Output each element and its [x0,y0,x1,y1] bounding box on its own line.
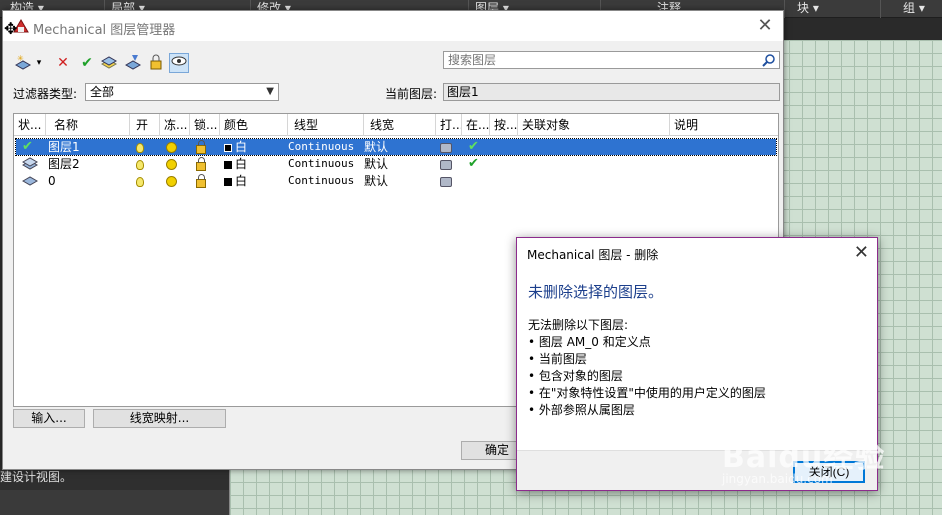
current-layer-value: 图层1 [443,83,780,101]
close-icon[interactable]: ✕ [755,16,775,36]
window-title: Mechanical 图层管理器 [33,23,176,38]
dialog-sub-text: 无法删除以下图层: [528,318,629,332]
lock-icon[interactable] [196,139,206,155]
close-icon[interactable]: ✕ [854,243,869,263]
filter-type-select[interactable]: 全部 ▼ [85,83,279,101]
printer-icon[interactable] [440,156,452,172]
lock-layers-icon[interactable] [147,53,167,73]
list-item: • 当前图层 [528,352,587,366]
svg-text:✳: ✳ [17,54,24,63]
freeze-sun-icon[interactable] [166,139,177,155]
visibility-eye-icon[interactable] [169,53,189,73]
col-by[interactable]: 按... [490,114,518,136]
chevron-down-icon[interactable]: ▾ [33,53,45,73]
layer-linetype[interactable]: Continuous [288,139,354,155]
current-layer-label: 当前图层: [385,87,438,101]
layer-row[interactable]: ✔ 图层1 白 Continuous 默认 ✔ [15,138,777,156]
delete-layer-icon[interactable]: ✕ [53,53,73,73]
new-layer-icon[interactable]: ✳ [13,53,33,73]
lock-icon[interactable] [196,173,206,189]
viewport-header [784,18,942,40]
col-linetype[interactable]: 线型 [288,114,364,136]
layer-filter-icon[interactable] [123,53,143,73]
printer-icon[interactable] [440,173,452,189]
layer-color-label: 白 [235,174,248,188]
layer-color-label: 白 [235,140,248,154]
layer-list-header: 状... 名称 开 冻... 锁... 颜色 线型 线宽 打... 在... 按… [14,114,778,136]
col-freeze[interactable]: 冻... [160,114,190,136]
layer-lineweight[interactable]: 默认 [364,156,388,172]
list-item: • 图层 AM_0 和定义点 [528,335,651,349]
dialog-title: Mechanical 图层 - 删除 [527,248,659,262]
move-cursor-icon: ✥ [4,19,18,38]
filter-type-value: 全部 [90,85,115,99]
dialog-main-instruction: 未删除选择的图层。 [528,283,664,301]
layer-color[interactable]: 白 [224,156,247,172]
layer-color-label: 白 [235,157,248,171]
search-icon[interactable] [762,53,776,67]
freeze-sun-icon[interactable] [166,156,177,172]
col-on[interactable]: 开 [130,114,160,136]
layer-lineweight[interactable]: 默认 [364,173,388,189]
list-item: • 外部参照从属图层 [528,403,635,417]
freeze-sun-icon[interactable] [166,173,177,189]
list-item: • 包含对象的图层 [528,369,623,383]
left-panel-footer [0,490,229,515]
reason-list: • 图层 AM_0 和定义点 • 当前图层 • 包含对象的图层 • 在"对象特性… [528,334,766,419]
chevron-down-icon: ▼ [266,86,274,97]
search-box [443,51,780,69]
lineweight-map-button[interactable]: 线宽映射... [93,409,226,428]
layer-row[interactable]: 0 白 Continuous 默认 [16,173,776,189]
layer-linetype[interactable]: Continuous [288,156,354,172]
col-associated-objects[interactable]: 关联对象 [518,114,670,136]
in-use-check-icon: ✔ [468,139,479,154]
list-item: • 在"对象特性设置"中使用的用户定义的图层 [528,386,766,400]
layer-color[interactable]: 白 [224,173,247,189]
watermark-url: jingyan.baidu.com [722,472,833,486]
col-status[interactable]: 状... [14,114,46,136]
in-use-check-icon: ✔ [468,156,479,171]
layer-linetype[interactable]: Continuous [288,173,354,189]
col-plot[interactable]: 打... [436,114,462,136]
layer-name[interactable]: 图层1 [48,139,80,155]
col-color[interactable]: 颜色 [220,114,288,136]
layer-color[interactable]: 白 [224,139,247,155]
lightbulb-icon[interactable] [136,173,144,189]
layer-state-icon[interactable] [99,53,119,73]
import-button[interactable]: 输入... [13,409,85,428]
layer-status-icon [21,173,39,189]
layer-manager-titlebar[interactable]: Mechanical 图层管理器 ✕ [3,11,783,41]
watermark-logo: Baidu经验 [722,440,886,475]
col-description[interactable]: 说明 [670,114,778,136]
col-name[interactable]: 名称 [46,114,130,136]
set-current-icon[interactable]: ✔ [77,53,97,73]
lock-icon[interactable] [196,156,206,172]
lightbulb-icon[interactable] [136,156,144,172]
layer-lineweight[interactable]: 默认 [364,139,388,155]
layer-row[interactable]: 图层2 白 Continuous 默认 ✔ [16,156,776,172]
search-input[interactable] [444,52,756,68]
filter-type-label: 过滤器类型: [13,87,78,101]
col-lock[interactable]: 锁... [190,114,220,136]
layer-name[interactable]: 0 [48,173,56,189]
current-layer-check-icon: ✔ [22,139,33,154]
ribbon-tab-group[interactable]: 组 ▾ [880,0,925,18]
layer-name[interactable]: 图层2 [48,156,80,172]
left-panel-hint: 建设计视图。 [0,470,73,484]
col-lineweight[interactable]: 线宽 [364,114,436,136]
ribbon-tab-block[interactable]: 块 ▾ [784,0,819,18]
layer-status-icon [21,156,39,172]
printer-icon[interactable] [440,139,452,155]
col-in-use[interactable]: 在... [462,114,490,136]
lightbulb-icon[interactable] [136,139,144,155]
